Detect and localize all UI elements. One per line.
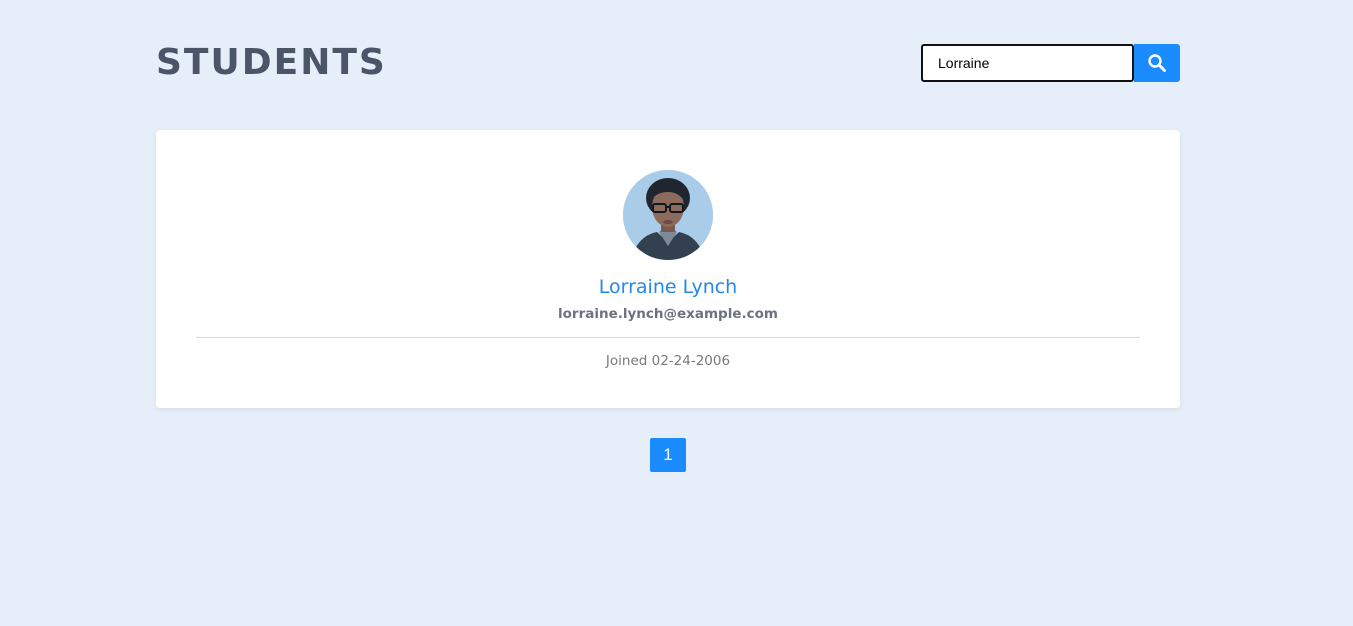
- page-button-1[interactable]: 1: [650, 438, 686, 472]
- student-name: Lorraine Lynch: [598, 276, 738, 298]
- search-form: [921, 44, 1180, 82]
- search-input[interactable]: [921, 44, 1134, 82]
- search-icon: [1148, 54, 1166, 72]
- pagination: 1: [650, 438, 686, 472]
- joined-date: Joined 02-24-2006: [605, 353, 731, 369]
- avatar-photo-icon: [623, 170, 713, 260]
- page-title: STUDENTS: [156, 42, 387, 83]
- search-button[interactable]: [1134, 44, 1180, 82]
- avatar: [623, 170, 713, 260]
- student-card: Lorraine Lynch lorraine.lynch@example.co…: [156, 130, 1180, 408]
- card-divider: [196, 337, 1140, 338]
- student-email: lorraine.lynch@example.com: [558, 306, 778, 322]
